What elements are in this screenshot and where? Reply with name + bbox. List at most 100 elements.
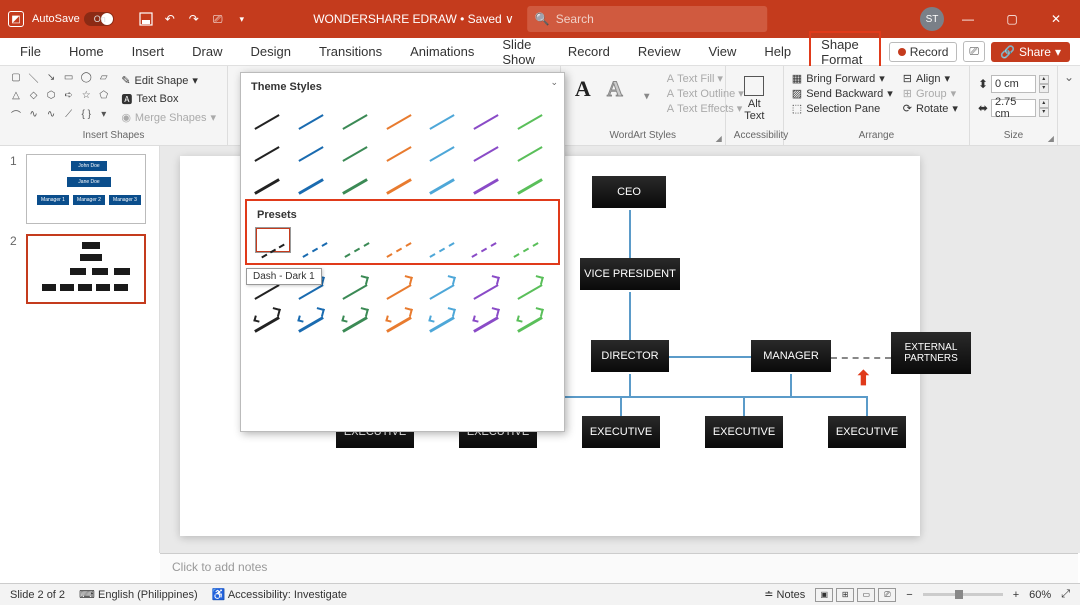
theme-style-0-3[interactable] <box>381 99 417 125</box>
slideshow-view-icon[interactable]: ⎚ <box>878 588 896 602</box>
text-box-button[interactable]: 🅰 Text Box <box>118 90 219 108</box>
dropdown-chevron-icon[interactable]: ⌄ <box>550 77 558 88</box>
dashed-connector[interactable] <box>831 357 891 359</box>
tab-transitions[interactable]: Transitions <box>309 40 392 63</box>
present-icon[interactable]: ⎚ <box>210 11 226 27</box>
tab-draw[interactable]: Draw <box>182 40 232 63</box>
arrow-style-0-5[interactable] <box>468 269 504 295</box>
group-button[interactable]: ⊞ Group ▾ <box>903 87 958 100</box>
theme-style-1-2[interactable] <box>337 131 373 157</box>
tab-view[interactable]: View <box>698 40 746 63</box>
zoom-in-icon[interactable]: + <box>1013 589 1019 601</box>
arrow-style-1-2[interactable] <box>337 301 373 327</box>
notes-pane[interactable]: Click to add notes <box>160 553 1078 583</box>
close-button[interactable]: ✕ <box>1036 0 1076 38</box>
redo-icon[interactable]: ↷ <box>186 11 202 27</box>
arrow-style-1-5[interactable] <box>468 301 504 327</box>
org-exec-3[interactable]: EXECUTIVE <box>582 416 660 448</box>
wordart-dialog-launcher[interactable]: ◢ <box>716 134 722 143</box>
size-dialog-launcher[interactable]: ◢ <box>1048 134 1054 143</box>
preset-style-4[interactable] <box>424 227 460 253</box>
theme-style-2-2[interactable] <box>337 163 373 189</box>
language-indicator[interactable]: ⌨ English (Philippines) <box>79 588 198 601</box>
theme-style-1-1[interactable] <box>293 131 329 157</box>
user-avatar[interactable]: ST <box>920 7 944 31</box>
arrow-style-1-4[interactable] <box>424 301 460 327</box>
org-ceo[interactable]: CEO <box>592 176 666 208</box>
search-input[interactable] <box>556 12 759 26</box>
arrow-style-0-6[interactable] <box>512 269 548 295</box>
arrow-style-1-0[interactable] <box>249 301 285 327</box>
share-button[interactable]: 🔗 Share ▾ <box>991 42 1070 62</box>
autosave-toggle[interactable]: AutoSave On <box>32 12 130 26</box>
tab-slideshow[interactable]: Slide Show <box>492 33 550 71</box>
tab-animations[interactable]: Animations <box>400 40 484 63</box>
save-icon[interactable] <box>138 11 154 27</box>
theme-style-0-5[interactable] <box>468 99 504 125</box>
org-vp[interactable]: VICE PRESIDENT <box>580 258 680 290</box>
tab-help[interactable]: Help <box>754 40 801 63</box>
theme-style-2-4[interactable] <box>424 163 460 189</box>
preset-style-2[interactable] <box>339 227 375 253</box>
collapse-ribbon-icon[interactable]: ⌄ <box>1058 66 1080 145</box>
width-input[interactable]: ⬌2.75 cm▴▾ <box>978 99 1049 117</box>
preset-style-1[interactable] <box>297 227 333 253</box>
height-input[interactable]: ⬍0 cm▴▾ <box>978 75 1049 93</box>
bring-forward-button[interactable]: ▦ Bring Forward ▾ <box>792 72 893 85</box>
preset-style-6[interactable] <box>508 227 544 253</box>
reading-view-icon[interactable]: ▭ <box>857 588 875 602</box>
width-value[interactable]: 2.75 cm <box>991 99 1036 117</box>
sorter-view-icon[interactable]: ⊞ <box>836 588 854 602</box>
notes-toggle[interactable]: ≐ Notes <box>764 588 805 601</box>
tab-record[interactable]: Record <box>558 40 620 63</box>
rotate-button[interactable]: ⟳ Rotate ▾ <box>903 102 958 115</box>
alt-text-button[interactable]: Alt Text <box>734 70 775 122</box>
send-backward-button[interactable]: ▨ Send Backward ▾ <box>792 87 893 100</box>
shapes-gallery[interactable]: ▢＼↘▭◯▱ △◇⬡➪☆⬠ ⌒∿∿⟋{ }▾ <box>8 70 112 125</box>
theme-style-1-3[interactable] <box>381 131 417 157</box>
zoom-slider[interactable] <box>923 593 1003 596</box>
search-box[interactable]: 🔍 <box>527 6 767 32</box>
height-value[interactable]: 0 cm <box>991 75 1036 93</box>
theme-style-2-1[interactable] <box>293 163 329 189</box>
theme-style-2-0[interactable] <box>249 163 285 189</box>
edit-shape-button[interactable]: ✎ Edit Shape ▾ <box>118 73 219 88</box>
record-button[interactable]: Record <box>889 42 958 62</box>
theme-style-0-1[interactable] <box>293 99 329 125</box>
arrow-style-0-2[interactable] <box>337 269 373 295</box>
undo-icon[interactable]: ↶ <box>162 11 178 27</box>
wordart-gallery[interactable]: A A ▾ <box>569 70 661 115</box>
theme-style-0-2[interactable] <box>337 99 373 125</box>
theme-style-0-0[interactable] <box>249 99 285 125</box>
org-director[interactable]: DIRECTOR <box>591 340 669 372</box>
present-dropdown[interactable]: ⎚ <box>963 41 985 62</box>
minimize-button[interactable]: — <box>948 0 988 38</box>
document-title[interactable]: WONDERSHARE EDRAW • Saved ∨ <box>313 12 514 26</box>
zoom-value[interactable]: 60% <box>1029 589 1051 601</box>
org-exec-5[interactable]: EXECUTIVE <box>828 416 906 448</box>
org-exec-4[interactable]: EXECUTIVE <box>705 416 783 448</box>
theme-style-1-6[interactable] <box>512 131 548 157</box>
theme-style-1-5[interactable] <box>468 131 504 157</box>
qat-chevron-icon[interactable]: ▾ <box>234 11 250 27</box>
accessibility-check[interactable]: ♿ Accessibility: Investigate <box>212 588 347 601</box>
thumbnail-2[interactable] <box>26 234 146 304</box>
preset-style-3[interactable] <box>381 227 417 253</box>
tab-review[interactable]: Review <box>628 40 691 63</box>
fit-slide-icon[interactable]: ⤢ <box>1061 588 1070 601</box>
org-external[interactable]: EXTERNAL PARTNERS <box>891 332 971 374</box>
theme-style-2-5[interactable] <box>468 163 504 189</box>
tab-home[interactable]: Home <box>59 40 114 63</box>
arrow-style-0-4[interactable] <box>424 269 460 295</box>
thumbnail-1[interactable]: John Doe Jane Doe Manager 1 Manager 2 Ma… <box>26 154 146 224</box>
theme-style-2-3[interactable] <box>381 163 417 189</box>
preset-style-5[interactable] <box>466 227 502 253</box>
arrow-style-1-6[interactable] <box>512 301 548 327</box>
preset-style-0[interactable] <box>255 227 291 253</box>
theme-style-0-4[interactable] <box>424 99 460 125</box>
normal-view-icon[interactable]: ▣ <box>815 588 833 602</box>
zoom-out-icon[interactable]: − <box>906 589 912 601</box>
merge-shapes-button[interactable]: ◉ Merge Shapes ▾ <box>118 110 219 125</box>
theme-style-2-6[interactable] <box>512 163 548 189</box>
tab-insert[interactable]: Insert <box>122 40 175 63</box>
